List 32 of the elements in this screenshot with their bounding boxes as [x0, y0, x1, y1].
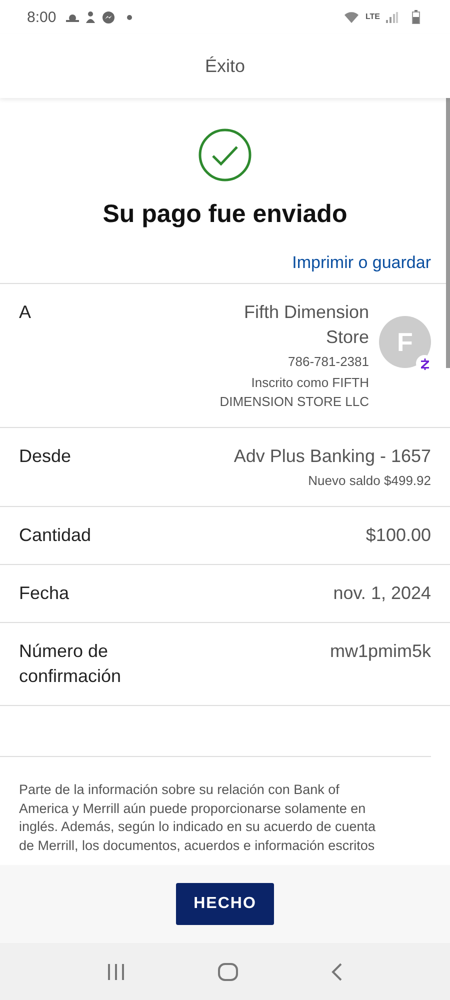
- detail-value: Fifth Dimension Store: [242, 301, 369, 349]
- detail-value: nov. 1, 2024: [333, 582, 431, 605]
- detail-label: A: [19, 301, 32, 324]
- back-icon[interactable]: [331, 962, 344, 980]
- battery-icon: [412, 10, 420, 24]
- messenger-icon: [102, 10, 116, 24]
- detail-label: Cantidad: [19, 524, 92, 547]
- wifi-icon: [344, 11, 360, 23]
- done-button[interactable]: HECHO: [176, 883, 274, 925]
- detail-label: Desde: [19, 445, 72, 468]
- detail-note: 786-781-2381: [287, 353, 369, 371]
- detail-note: Nuevo saldo $499.92: [307, 472, 431, 490]
- detail-value: Adv Plus Banking - 1657: [234, 445, 431, 468]
- disclaimer-text: Parte de la información sobre su relación con Bank of America y Merrill aún puede proporcionarse solamente en inglés. Además, según lo indicado en su acuerdo de cuenta de Merrill, los documentos, acuerdos e información escritos: [19, 781, 376, 854]
- detail-value: mw1pmim5k: [330, 640, 431, 663]
- detail-label: Fecha: [19, 582, 70, 605]
- screen-title: Éxito: [204, 56, 246, 76]
- result-title: Su pago fue enviado: [102, 200, 348, 229]
- print-link[interactable]: Imprimir o guardar: [292, 253, 431, 273]
- network-label: LTE: [365, 13, 380, 21]
- detail-value: $100.00: [366, 524, 431, 547]
- check-icon: [198, 128, 252, 182]
- home-icon[interactable]: [218, 962, 238, 980]
- detail-label: Número de confirmación: [19, 640, 122, 688]
- zelle-icon: [420, 358, 430, 370]
- recent-apps-icon[interactable]: [106, 964, 125, 980]
- signal-icon: [386, 12, 398, 22]
- weather-icon: [66, 12, 80, 22]
- status-time: 8:00: [27, 8, 56, 26]
- dot-icon: [127, 14, 132, 20]
- person-icon: [85, 11, 96, 23]
- detail-note: Inscrito como FIFTH DIMENSION STORE LLC: [219, 374, 369, 411]
